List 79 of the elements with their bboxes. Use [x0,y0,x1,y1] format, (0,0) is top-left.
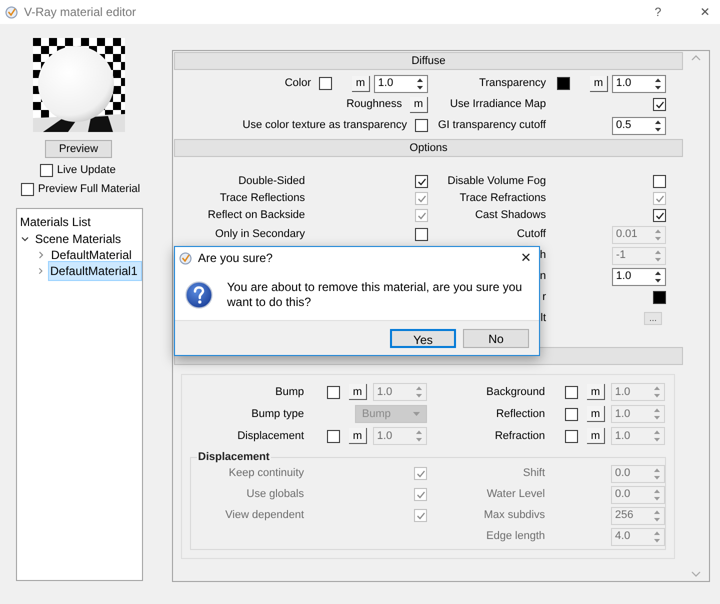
field-label: Trace Refractions [460,191,546,206]
field-label: Reflect on Backside [208,208,305,224]
spin-field[interactable]: 0.5 [612,116,666,134]
field-label: Cutoff [516,227,546,242]
checkbox[interactable] [40,164,53,177]
dialog-button[interactable]: Yes [390,328,456,348]
field-label: Use globals [246,487,304,502]
logo-icon [179,252,192,264]
field-label: Roughness [346,97,402,112]
map-button[interactable]: m [352,76,370,92]
field-label: Bump [275,384,304,400]
browse-button[interactable]: ... [644,312,662,325]
field-label: Double-Sided [238,174,305,190]
field-label: Edge length [486,529,545,544]
field-label: Refraction [494,428,545,444]
field-label: Color [284,76,311,92]
spinner-arrows-icon[interactable] [654,270,662,284]
spinner-arrows-icon[interactable] [416,76,424,90]
section-header[interactable]: Options [174,139,683,157]
list-title: Materials List [19,214,92,231]
checkbox[interactable] [653,98,666,111]
field-label: r [542,290,546,306]
field-label: Use color texture as transparency [242,118,407,134]
field-label: Bump type [251,406,304,422]
section-header[interactable]: Diffuse [174,52,683,70]
scroll-down-icon[interactable] [691,571,701,577]
field-label: lt [540,311,546,326]
field-label: Keep continuity [228,466,304,482]
checkbox[interactable] [653,175,666,188]
field-label: Background [486,384,545,400]
dialog-button[interactable]: No [463,328,529,348]
field-label: Trace Reflections [220,191,305,206]
field-label: Transparency [479,76,546,92]
close-button[interactable]: ✕ [513,248,539,268]
close-button[interactable]: ✕ [690,3,720,21]
dialog-title: Are you sure? [198,250,273,267]
logo-icon [5,6,18,18]
help-button[interactable]: ? [648,3,668,21]
chevron-right-icon[interactable] [37,267,44,275]
field-label: Cast Shadows [475,208,546,224]
checkbox[interactable] [415,119,428,132]
field-label: Displacement [237,428,304,444]
checkbox[interactable] [21,183,34,196]
preview-button[interactable]: Preview [45,140,112,158]
color-swatch[interactable] [319,77,332,90]
field-label: Disable Volume Fog [448,174,546,190]
spinner-arrows-icon[interactable] [654,76,662,90]
field-label: n [540,269,546,284]
map-button[interactable]: m [590,76,608,92]
checkbox[interactable] [415,228,428,241]
color-swatch[interactable] [653,291,666,304]
spinner-arrows-icon[interactable] [654,118,662,132]
field-label: Water Level [486,487,545,502]
field-label: Reflection [496,406,545,422]
checkbox-label: Live Update [57,163,116,178]
field-label: Max subdivs [484,508,545,524]
chevron-right-icon[interactable] [37,251,45,259]
color-swatch[interactable] [557,77,570,90]
window-title: V-Ray material editor [24,4,136,21]
spin-field[interactable]: 1.0 [612,74,666,92]
tree-item[interactable]: DefaultMaterial1 [48,261,142,281]
field-label: Only in Secondary [215,227,305,242]
dialog-message: You are about to remove this material, are you sure you want to do this? [227,280,523,310]
checkbox-label: Preview Full Material [38,182,140,198]
field-label: Use Irradiance Map [450,97,546,112]
caret-icon [413,412,420,416]
checkbox[interactable] [653,209,666,222]
question-icon [185,280,213,308]
field-label: View dependent [225,508,304,524]
spin-field[interactable]: 1.0 [612,268,666,286]
map-button[interactable]: m [410,96,428,112]
scroll-up-icon[interactable] [691,55,701,61]
field-label: Shift [522,466,545,482]
field-label: GI transparency cutoff [438,118,546,134]
field-label: h [540,248,546,264]
spin-field[interactable]: 1.0 [374,74,428,92]
checkbox[interactable] [415,175,428,188]
chevron-down-icon[interactable] [21,235,29,243]
group-title: Displacement [197,451,271,463]
